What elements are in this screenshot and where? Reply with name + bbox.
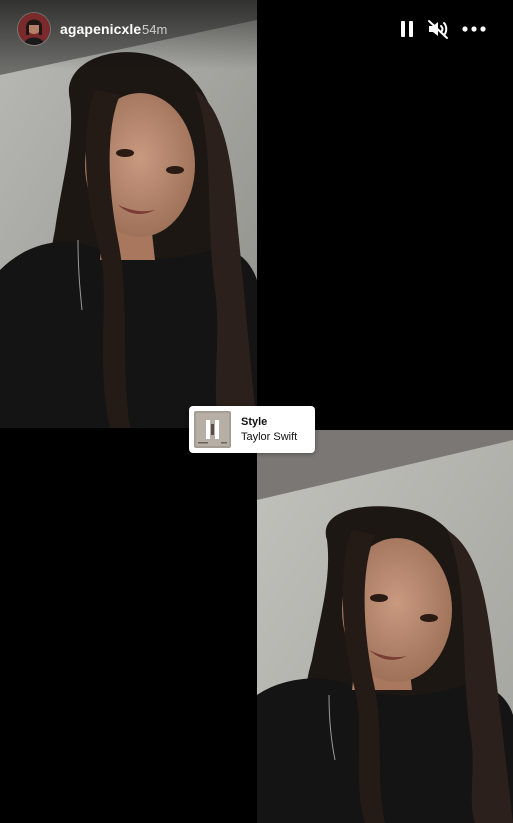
- song-title: Style: [241, 416, 268, 428]
- story-photo-bottom: [257, 430, 513, 823]
- username-link[interactable]: agapenicxle: [60, 21, 141, 37]
- avatar[interactable]: [18, 13, 50, 45]
- song-artist: Taylor Swift: [241, 431, 298, 443]
- more-horizontal-icon: [462, 26, 486, 32]
- story-header: agapenicxle 54m: [0, 0, 513, 60]
- story-viewer[interactable]: agapenicxle 54m Style Taylor Swift: [0, 0, 513, 823]
- post-timestamp: 54m: [142, 22, 168, 37]
- music-sticker[interactable]: Style Taylor Swift: [189, 406, 315, 453]
- mute-toggle-button[interactable]: [426, 18, 450, 40]
- more-options-button[interactable]: [460, 18, 488, 40]
- pause-icon: [401, 21, 413, 37]
- album-art: [194, 411, 231, 448]
- speaker-muted-icon: [428, 20, 448, 39]
- pause-button[interactable]: [395, 18, 419, 40]
